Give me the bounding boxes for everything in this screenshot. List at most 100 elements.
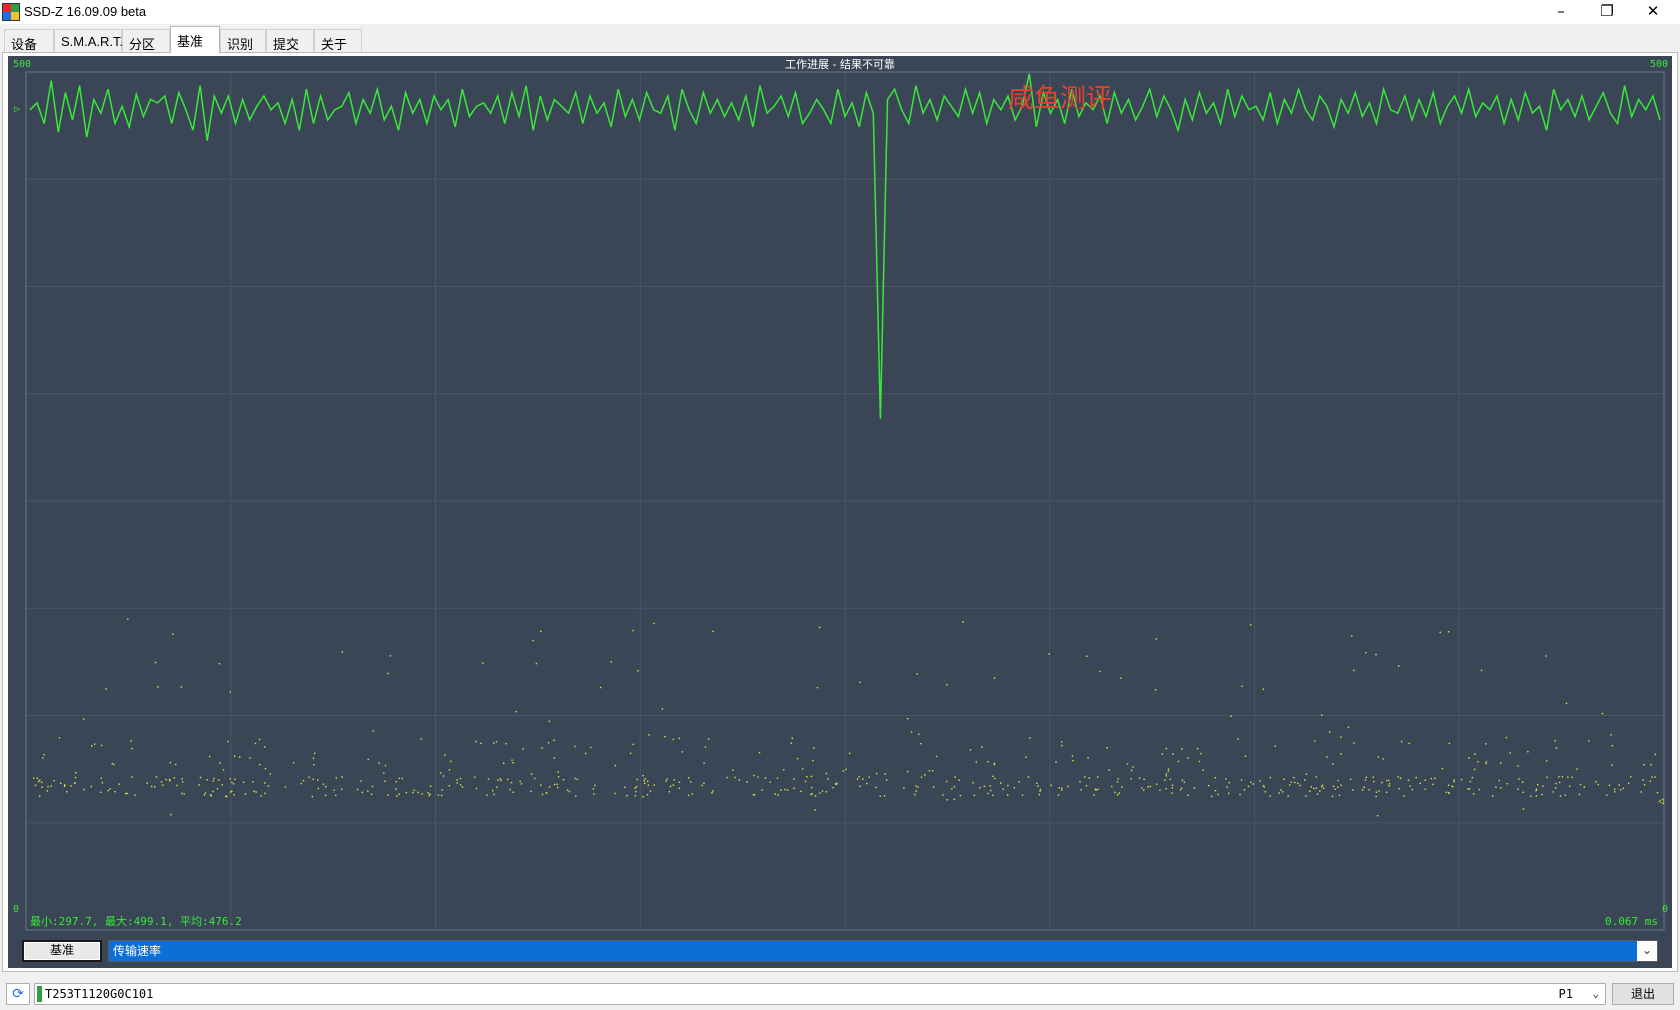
chart-canvas: 工作进展 - 结果不可靠 500 500 0 0 ▷ ◁ 咸鱼测评 最小:297… [13,57,1668,931]
latency-dot [1347,726,1350,728]
latency-dot [300,782,302,785]
latency-dot [126,792,128,795]
latency-dot [427,792,429,794]
latency-dot [1377,756,1379,758]
latency-dot [398,793,400,795]
latency-dot [1337,786,1339,788]
y-max-label-right: 500 [1650,59,1668,70]
latency-dot [959,794,962,797]
latency-dot [239,756,241,758]
latency-dot [868,776,870,778]
latency-dot [127,618,129,620]
latency-dot [1025,756,1027,758]
latency-dot [1571,776,1573,779]
refresh-icon: ⟳ [12,986,24,1002]
latency-dot [672,784,674,786]
latency-dot [669,785,672,788]
latency-dot [920,776,923,778]
tab-smart[interactable]: S.M.A.R.T. [54,29,123,52]
latency-dot [372,730,374,732]
latency-dot [1172,753,1174,755]
tab-partition[interactable]: 分区 [122,29,170,52]
chart-grid [26,72,1664,930]
latency-dot [227,740,229,743]
tab-about[interactable]: 关于 [314,29,362,52]
latency-dot [635,786,638,788]
latency-dot [1546,776,1548,778]
latency-dot [199,776,202,779]
latency-dot [1198,760,1201,763]
latency-dot [712,630,714,633]
latency-dot [66,791,68,793]
latency-dot [1187,757,1189,759]
tab-benchmark[interactable]: 基准 [170,26,220,53]
latency-dot [1517,788,1519,790]
chevron-down-icon[interactable]: ⌄ [1637,941,1657,961]
latency-dots [33,618,1659,817]
latency-dot [593,793,595,795]
latency-dot [946,780,948,783]
latency-dot [1530,795,1532,797]
latency-dot [983,785,985,788]
latency-dot [1039,790,1041,792]
latency-dot [1143,778,1145,781]
latency-dot [302,779,305,782]
chart-title: 工作进展 - 结果不可靠 [785,57,895,71]
latency-dot [541,747,543,749]
latency-dot [384,780,386,782]
exit-button[interactable]: 退出 [1612,983,1674,1005]
refresh-button[interactable]: ⟳ [6,983,30,1005]
latency-dot [258,738,261,741]
latency-dot [918,733,920,735]
latency-dot [691,793,694,795]
latency-dot [954,776,956,778]
latency-dot [825,791,828,793]
restore-button[interactable]: ❐ [1584,0,1630,24]
latency-dot [387,794,389,796]
tab-submit[interactable]: 提交 [266,29,314,52]
latency-dot [417,791,419,794]
latency-dot [666,778,668,780]
latency-dot [1403,795,1405,797]
latency-dot [819,792,821,794]
latency-dot [50,785,52,787]
drive-select[interactable]: T253T1120G0C101 P1 ⌄ [34,983,1606,1005]
metric-select[interactable]: 传输速率 ⌄ [108,940,1658,962]
latency-dot [810,793,812,796]
latency-dot [557,786,559,789]
latency-dot [1614,791,1616,793]
latency-dot [1278,792,1280,794]
latency-dot [367,758,369,761]
latency-dot [43,753,45,756]
latency-dot [169,778,171,781]
latency-dot [931,770,934,772]
latency-dot [942,794,944,796]
latency-dot [958,779,960,781]
tab-identify[interactable]: 识别 [220,29,266,52]
latency-dot [181,778,183,780]
latency-dot [1116,781,1119,783]
minimize-button[interactable]: – [1538,0,1584,24]
latency-dot [1241,685,1243,687]
latency-dot [520,783,523,785]
latency-dot [160,781,163,783]
latency-dot [75,772,77,774]
latency-dot [1239,793,1241,796]
tab-device[interactable]: 设备 [4,29,54,52]
latency-dot [1654,776,1656,778]
latency-dot [962,621,964,623]
latency-dot [814,809,816,811]
latency-dot [216,788,219,790]
y-max-label-left: 500 [13,59,31,70]
chevron-down-icon[interactable]: ⌄ [1592,984,1599,1004]
latency-dot [1018,781,1020,783]
latency-dot [1522,791,1524,793]
latency-dot [1555,747,1558,749]
latency-dot [916,673,918,675]
latency-dot [47,786,49,788]
close-button[interactable]: ✕ [1630,0,1676,24]
latency-dot [802,768,804,770]
benchmark-button[interactable]: 基准 [22,940,102,962]
latency-dot [883,795,886,797]
latency-dot [1252,783,1254,785]
